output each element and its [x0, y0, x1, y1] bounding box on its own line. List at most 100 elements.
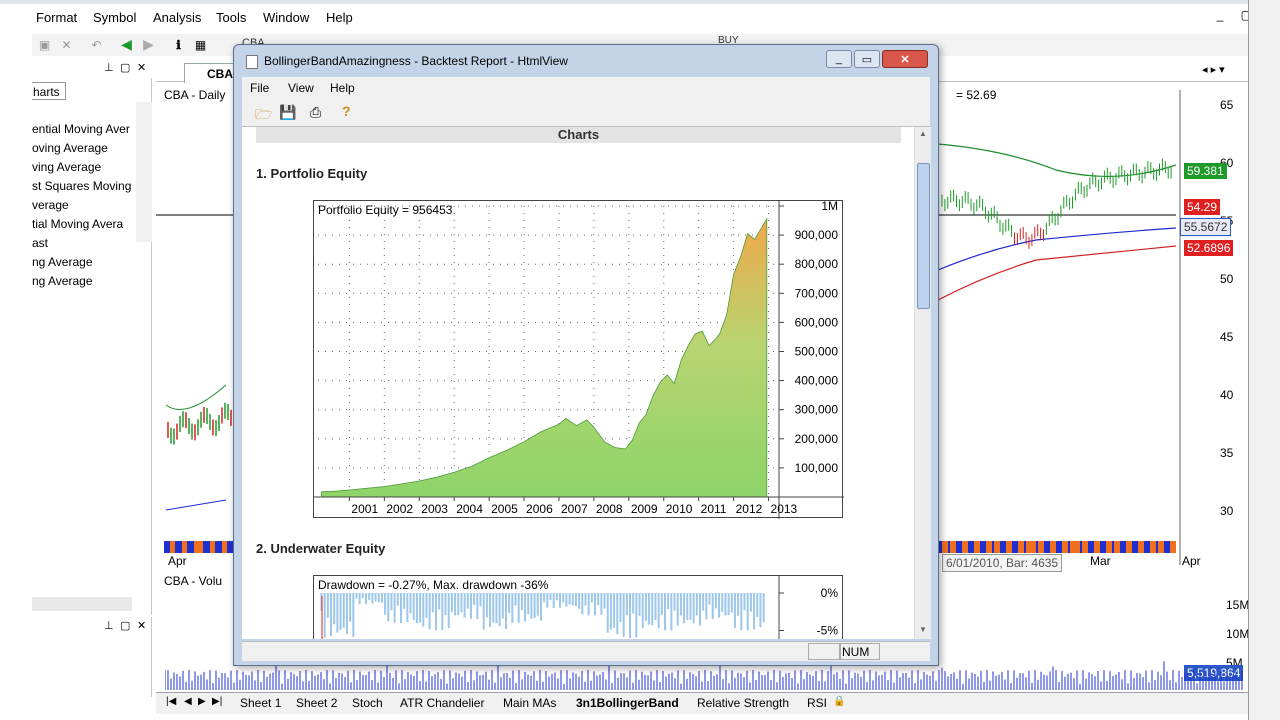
mdi-minimize-button[interactable]: _ [1217, 8, 1224, 22]
menu-symbol[interactable]: Symbol [93, 10, 136, 25]
workspace-panel: ⊥ ▢ ✕ harts ential Moving Aver oving Ave… [32, 60, 152, 615]
middle-band-tag: 55.5672 [1180, 218, 1232, 236]
lower-band-tag: 52.6896 [1184, 240, 1234, 256]
menu-format[interactable]: Format [36, 10, 77, 25]
indicator-item[interactable]: st Squares Moving [32, 179, 137, 198]
title-bar-strip [0, 0, 1280, 4]
indicator-item[interactable]: verage [32, 198, 137, 217]
indicator-item[interactable]: tial Moving Avera [32, 217, 137, 236]
save-icon[interactable]: 💾 [279, 104, 296, 121]
info-icon[interactable]: ℹ [170, 36, 187, 53]
ribbon-mark [942, 541, 948, 553]
scroll-up-icon[interactable]: ▲ [919, 129, 927, 138]
price-tick: 40 [1220, 388, 1234, 402]
upper-band-line [937, 143, 1177, 178]
ribbon-mark [210, 541, 215, 553]
middle-band-left [165, 499, 227, 511]
panel-close-icon[interactable]: ✕ [137, 619, 146, 632]
document-icon [246, 55, 258, 69]
lock-icon[interactable]: 🔒 [833, 696, 845, 707]
menu-analysis[interactable]: Analysis [153, 10, 201, 25]
volume-tick: 15M [1226, 598, 1250, 612]
close-icon[interactable]: ✕ [58, 36, 75, 53]
panel-close-icon[interactable]: ✕ [137, 61, 146, 74]
back-arrow-icon[interactable]: ◀ [118, 36, 135, 53]
status-panel [808, 643, 840, 660]
underwater-equity-heading: 2. Underwater Equity [256, 541, 386, 556]
scroll-thumb[interactable] [917, 163, 930, 309]
y-tick-label: -5% [817, 624, 839, 638]
x-tick-label: 2002 [386, 502, 413, 516]
close-button[interactable]: ✕ [882, 50, 928, 68]
price-tick: 65 [1220, 98, 1234, 112]
indicator-item[interactable]: ving Average [32, 160, 137, 179]
y-tick-label: 900,000 [795, 228, 839, 242]
sheet-tab[interactable]: Main MAs [497, 695, 562, 711]
sheet-tab[interactable]: Sheet 2 [290, 695, 343, 711]
sheet-tab[interactable]: Stoch [346, 695, 389, 711]
prev-sheet-icon[interactable]: ◀ [184, 696, 192, 707]
indicator-item[interactable]: ential Moving Aver [32, 122, 137, 141]
y-tick-label: 300,000 [795, 403, 839, 417]
indicator-list-scrollbar[interactable] [136, 102, 152, 242]
report-content: Charts 1. Portfolio Equity Portfolio Equ… [242, 127, 914, 639]
ribbon-mark [1106, 541, 1112, 553]
menu-window[interactable]: Window [263, 10, 309, 25]
dialog-menu-file[interactable]: File [250, 81, 269, 95]
y-tick-label: 200,000 [795, 432, 839, 446]
sheet-tab[interactable]: Sheet 1 [234, 695, 287, 711]
section-heading: Charts [256, 127, 901, 143]
maximize-button[interactable]: ▭ [854, 50, 880, 68]
help-icon[interactable]: ? [342, 103, 351, 119]
price-tick: 30 [1220, 504, 1234, 518]
next-sheet-icon[interactable]: ▶ [198, 696, 206, 707]
scroll-down-icon[interactable]: ▼ [919, 625, 927, 634]
x-tick-label: 2003 [421, 502, 448, 516]
sheet-tab[interactable]: Relative Strength [691, 695, 795, 711]
forward-arrow-icon[interactable]: ▶ [140, 36, 157, 53]
y-tick-label: 0% [821, 586, 839, 600]
workspace-panel-header: ⊥ ▢ ✕ [32, 60, 152, 78]
minimize-button[interactable]: _ [826, 50, 852, 68]
x-tick-label: 2008 [596, 502, 623, 516]
menu-tools[interactable]: Tools [216, 10, 246, 25]
report-scrollbar[interactable]: ▲ ▼ [914, 127, 931, 639]
y-tick-label: 500,000 [795, 345, 839, 359]
price-tick: 50 [1220, 272, 1234, 286]
open-folder-icon[interactable]: 🗁 [255, 104, 272, 128]
indicator-item[interactable]: ast [32, 236, 137, 255]
pin-icon[interactable]: ⊥ [104, 61, 114, 74]
sheet-tab[interactable]: ATR Chandelier [394, 695, 490, 711]
ribbon-mark [1038, 541, 1044, 553]
dialog-menu-view[interactable]: View [288, 81, 314, 95]
undo-icon[interactable]: ↶ [88, 36, 105, 53]
pin-icon[interactable]: ⊥ [104, 619, 114, 632]
bar-tooltip: 6/01/2010, Bar: 4635 [942, 554, 1063, 572]
menu-help[interactable]: Help [326, 10, 353, 25]
sheet-tab-active[interactable]: 3n1BollingerBand [570, 695, 685, 711]
num-lock-indicator: NUM [840, 643, 880, 660]
indicator-list-hscrollbar[interactable] [32, 597, 132, 611]
y-tick-label: 100,000 [795, 461, 839, 475]
dialog-title: BollingerBandAmazingness - Backtest Repo… [264, 54, 568, 68]
upper-band-left [165, 384, 227, 410]
ribbon-mark [1030, 541, 1036, 553]
print-icon[interactable]: ⎙ [310, 104, 321, 121]
portfolio-equity-chart: Portfolio Equity = 956453 100,000 200,000… [313, 199, 844, 519]
main-menubar: Format Symbol Analysis Tools Window Help… [0, 0, 1280, 34]
dialog-toolbar: 🗁 💾 ⎙ ? [242, 99, 930, 127]
float-icon[interactable]: ▢ [120, 61, 130, 74]
float-icon[interactable]: ▢ [120, 619, 130, 632]
dialog-menu-help[interactable]: Help [330, 81, 355, 95]
ribbon-mark [1158, 541, 1164, 553]
calendar-icon[interactable]: ▦ [192, 36, 209, 53]
charts-tab[interactable]: harts [32, 82, 66, 100]
app-window: Format Symbol Analysis Tools Window Help… [0, 0, 1280, 720]
indicator-item[interactable]: ng Average [32, 274, 137, 293]
sheet-tab[interactable]: RSI [801, 695, 833, 711]
first-sheet-icon[interactable]: |◀ [166, 696, 176, 707]
indicator-item[interactable]: oving Average [32, 141, 137, 160]
last-sheet-icon[interactable]: ▶| [212, 696, 222, 707]
indicator-item[interactable]: ng Average [32, 255, 137, 274]
print-icon[interactable]: ▣ [36, 36, 53, 53]
